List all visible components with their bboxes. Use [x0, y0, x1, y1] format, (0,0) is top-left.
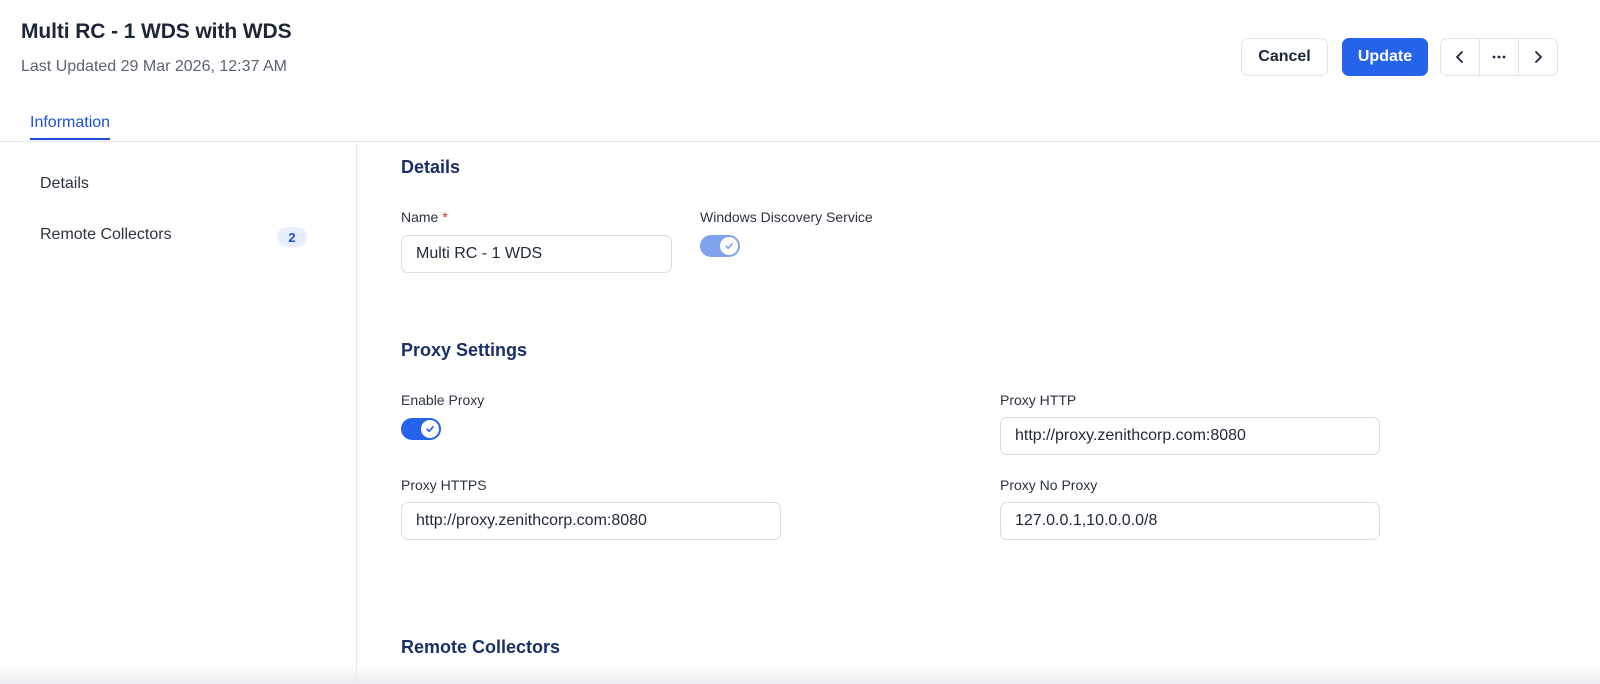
proxy-https-input[interactable]: http://proxy.zenithcorp.com:8080 — [401, 502, 781, 540]
remote-collectors-count-badge: 2 — [277, 227, 307, 247]
proxy-https-label: Proxy HTTPS — [401, 477, 487, 493]
name-label-text: Name — [401, 209, 439, 225]
proxy-http-input[interactable]: http://proxy.zenithcorp.com:8080 — [1000, 417, 1380, 455]
name-field-label: Name * — [401, 209, 448, 225]
proxy-no-proxy-label: Proxy No Proxy — [1000, 477, 1098, 493]
proxy-section-title: Proxy Settings — [401, 340, 528, 360]
check-icon — [426, 426, 434, 433]
page-title: Multi RC - 1 WDS with WDS — [21, 20, 292, 43]
toggle-knob — [421, 420, 439, 438]
name-input[interactable]: Multi RC - 1 WDS — [401, 235, 672, 273]
more-actions-button[interactable] — [1479, 39, 1518, 75]
proxy-http-label: Proxy HTTP — [1000, 392, 1077, 408]
check-icon — [725, 243, 733, 250]
previous-record-button[interactable] — [1441, 39, 1479, 75]
enable-proxy-label: Enable Proxy — [401, 392, 485, 408]
more-horizontal-icon — [1492, 55, 1506, 59]
toggle-knob — [720, 237, 738, 255]
main-form: Details Name * Multi RC - 1 WDS Windows … — [358, 143, 1600, 684]
record-navigation — [1440, 38, 1558, 76]
update-button[interactable]: Update — [1342, 38, 1428, 76]
wds-field-label: Windows Discovery Service — [700, 209, 873, 225]
sidebar-item-details[interactable]: Details — [40, 175, 89, 193]
last-updated-text: Last Updated 29 Mar 2026, 12:37 AM — [21, 58, 287, 75]
next-record-button[interactable] — [1518, 39, 1557, 75]
page-header: Multi RC - 1 WDS with WDS Last Updated 2… — [0, 0, 1600, 142]
enable-proxy-toggle[interactable] — [401, 418, 441, 440]
section-sidebar: Details Remote Collectors 2 — [0, 143, 357, 684]
chevron-left-icon — [1456, 51, 1463, 63]
required-asterisk: * — [442, 209, 448, 225]
wds-toggle[interactable] — [700, 235, 740, 257]
details-section-title: Details — [401, 157, 461, 177]
cancel-button[interactable]: Cancel — [1241, 38, 1328, 76]
bottom-scroll-shadow — [0, 664, 1600, 684]
chevron-right-icon — [1535, 51, 1542, 63]
tab-information[interactable]: Information — [30, 114, 111, 140]
sidebar-item-remote-collectors[interactable]: Remote Collectors — [40, 226, 172, 244]
proxy-no-proxy-input[interactable]: 127.0.0.1,10.0.0.0/8 — [1000, 502, 1380, 540]
remote-collectors-section-title: Remote Collectors — [401, 637, 561, 657]
